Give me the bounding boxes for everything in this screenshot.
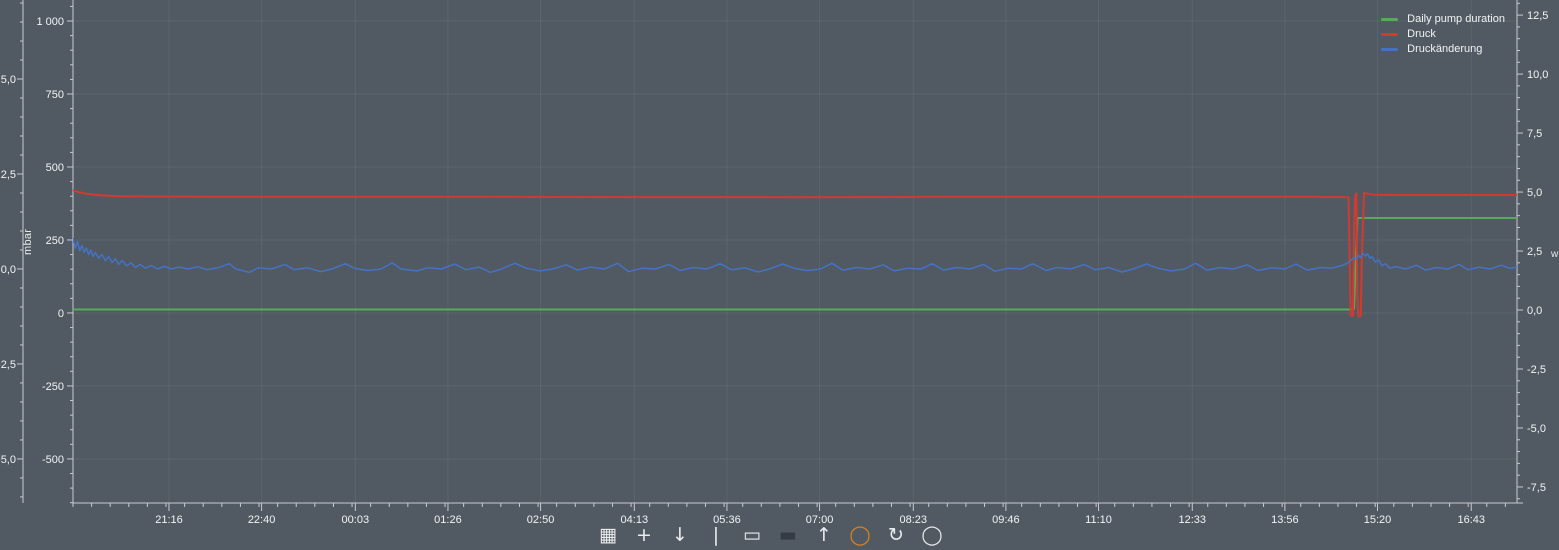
legend-item-druck[interactable]: Druck	[1381, 29, 1505, 40]
axis-tick-label: 5,0	[1, 74, 16, 86]
x-tick-label: 00:03	[342, 514, 370, 526]
bottom-toolbar: ▦ + ↓ | ▭ ▬ ↑ ◯ ↻ ◯	[597, 524, 943, 550]
data-table-icon[interactable]: ▦	[597, 524, 619, 550]
axis-tick-label: -5,0	[0, 454, 16, 466]
axis-tick-label: 0,0	[1, 264, 16, 276]
axis-tick-label: -7,5	[1527, 482, 1546, 494]
x-tick-label: 15:20	[1364, 514, 1392, 526]
axis-tick-label: 12,5	[1527, 10, 1548, 22]
axis-tick-label: 10,0	[1527, 69, 1548, 81]
redo-icon[interactable]: ↻	[885, 524, 907, 550]
axis-tick-label: -2,5	[0, 359, 16, 371]
x-tick-label: 02:50	[527, 514, 555, 526]
right-axis-title-cut: w	[1551, 249, 1559, 260]
upload-icon[interactable]: ↑	[813, 524, 835, 550]
series-line-druck	[73, 189, 1517, 318]
axis-tick-label: 500	[46, 162, 64, 174]
x-tick-label: 09:46	[992, 514, 1020, 526]
axis-tick-label: 750	[46, 89, 64, 101]
legend-item-druckaenderung[interactable]: Druckänderung	[1381, 44, 1505, 55]
right-axis: 12,5 10,0 7,5 5,0 2,5 0,0 -2,5 -5,0 -7,5	[1516, 0, 1548, 503]
record-icon[interactable]: ◯	[849, 524, 871, 550]
legend-item-daily-pump-duration[interactable]: Daily pump duration	[1381, 14, 1505, 25]
dark-panel-icon[interactable]: ▬	[777, 524, 799, 550]
axis-tick-label: -2,5	[1527, 364, 1546, 376]
legend-swatch-red	[1381, 33, 1399, 36]
x-tick-label: 01:26	[434, 514, 462, 526]
x-tick-label: 22:40	[248, 514, 276, 526]
marker-icon[interactable]: |	[705, 524, 727, 550]
x-tick-label: 21:16	[155, 514, 183, 526]
axis-tick-label: -500	[42, 454, 64, 466]
legend-label: Daily pump duration	[1407, 13, 1505, 25]
snapshot-icon[interactable]: ▭	[741, 524, 763, 550]
legend-label: Druckänderung	[1407, 43, 1483, 55]
gridlines	[73, 0, 1517, 503]
inner-left-axis-title: mbar	[22, 228, 34, 255]
chart-canvas[interactable]: 5,0 2,5 0,0 -2,5 -5,0 1 000 750 500 250 0 -250 -500…	[0, 0, 1559, 539]
x-axis: 21:16 22:40 00:03 01:26 02:50 04:13 05:36 07:00…	[72, 502, 1523, 526]
x-tick-label: 11:10	[1085, 514, 1112, 526]
x-tick-label: 12:33	[1179, 514, 1207, 526]
series-line-druck-nderung	[73, 237, 1517, 274]
legend-label: Druck	[1407, 28, 1436, 40]
outer-left-axis: 5,0 2,5 0,0 -2,5 -5,0	[0, 0, 24, 503]
axis-tick-label: 0,0	[1527, 305, 1542, 317]
x-tick-label: 16:43	[1457, 514, 1485, 526]
pressure-chart[interactable]: 5,0 2,5 0,0 -2,5 -5,0 1 000 750 500 250 0 -250 -500…	[0, 0, 1559, 546]
legend-swatch-green	[1381, 18, 1399, 21]
legend-swatch-blue	[1381, 48, 1399, 51]
axis-tick-label: 5,0	[1527, 187, 1542, 199]
download-icon[interactable]: ↓	[669, 524, 691, 550]
series-line-daily-pump-duration	[73, 217, 1517, 311]
inner-left-axis: 1 000 750 500 250 0 -250 -500	[36, 0, 74, 504]
axis-tick-label: 2,5	[1527, 246, 1542, 258]
legend: Daily pump duration Druck Druckänderung	[1381, 14, 1505, 55]
charting-app: { "chart_data": { "type": "line", "title…	[0, 0, 1559, 546]
axis-tick-label: 7,5	[1527, 128, 1542, 140]
add-annotation-icon[interactable]: +	[633, 524, 655, 550]
series-lines	[73, 189, 1517, 318]
axis-tick-label: -5,0	[1527, 423, 1546, 435]
refresh-icon[interactable]: ◯	[921, 524, 943, 550]
axis-tick-label: 1 000	[36, 16, 64, 28]
axis-tick-label: -250	[42, 381, 64, 393]
axis-tick-label: 250	[46, 235, 64, 247]
x-tick-label: 13:56	[1271, 514, 1299, 526]
axis-tick-label: 0	[58, 308, 64, 320]
axis-tick-label: 2,5	[1, 169, 16, 181]
